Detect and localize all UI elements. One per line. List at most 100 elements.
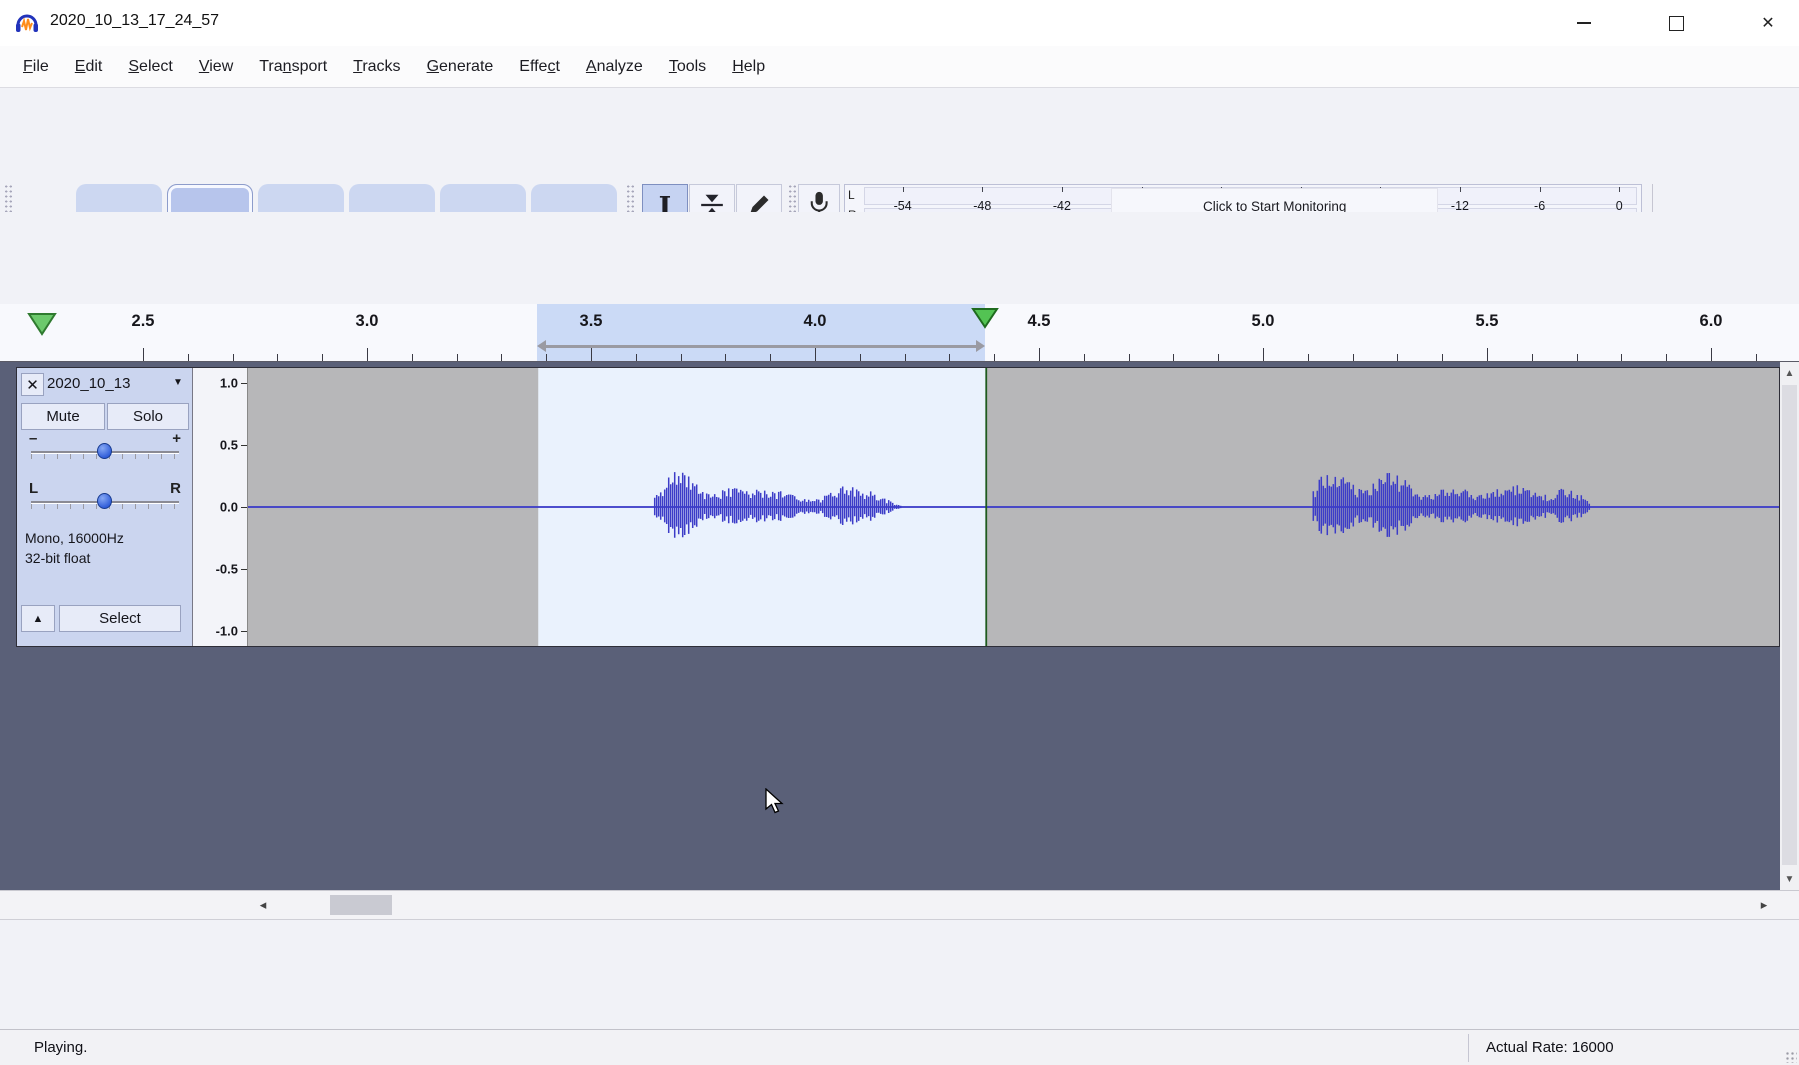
track-select-button[interactable]: Select — [59, 605, 181, 632]
menu-edit[interactable]: Edit — [62, 47, 116, 87]
menu-view[interactable]: View — [186, 47, 246, 87]
ruler-tick — [546, 354, 547, 361]
ruler-time-label: 2.5 — [132, 312, 155, 331]
track-menu-arrow-icon[interactable]: ▼ — [173, 377, 183, 388]
solo-label: Solo — [133, 408, 163, 425]
track-gain-slider[interactable]: – + — [31, 434, 179, 464]
ruler-tick — [233, 354, 234, 361]
status-separator — [1468, 1034, 1469, 1062]
vertical-scroll-thumb[interactable] — [1782, 385, 1797, 865]
ruler-tick — [1308, 354, 1309, 361]
ruler-tick — [1666, 354, 1667, 361]
pinned-play-head-icon[interactable] — [26, 312, 58, 336]
ruler-tick — [770, 354, 771, 361]
window-title: 2020_10_13_17_24_57 — [50, 12, 219, 30]
close-button[interactable]: ✕ — [1737, 0, 1799, 46]
amplitude-scale-tick — [241, 383, 247, 384]
menubar: FileEditSelectViewTransportTracksGenerat… — [0, 46, 1799, 88]
menu-file[interactable]: File — [10, 47, 62, 87]
track-canvas[interactable]: ✕ 2020_10_13 ▼ Mute Solo Mono, 16000Hz 3… — [0, 362, 1799, 890]
slider-max-label: R — [170, 480, 181, 497]
meter-scale-number: -12 — [1451, 199, 1469, 213]
minimize-icon — [1577, 22, 1591, 24]
menu-effect[interactable]: Effect — [506, 47, 573, 87]
amplitude-scale-tick — [241, 569, 247, 570]
timeline-ruler[interactable]: 2.53.03.54.04.55.05.56.0 — [0, 304, 1799, 362]
ruler-tick — [815, 348, 816, 361]
ruler-tick — [636, 354, 637, 361]
horizontal-scrollbar[interactable]: ◂ ▸ — [0, 890, 1799, 919]
menu-select[interactable]: Select — [115, 47, 185, 87]
ruler-time-label: 4.0 — [804, 312, 827, 331]
ruler-tick — [949, 354, 950, 361]
mute-button[interactable]: Mute — [21, 403, 105, 430]
close-icon: ✕ — [1761, 13, 1774, 33]
toolbar-dock-middle: ✂ – + – + – + — [0, 212, 1799, 259]
maximize-icon — [1669, 16, 1684, 31]
slider-thumb[interactable] — [97, 443, 112, 459]
meter-scale-number: 0 — [1616, 199, 1623, 213]
menu-tracks[interactable]: Tracks — [340, 47, 413, 87]
ruler-tick — [188, 354, 189, 361]
slider-thumb[interactable] — [97, 493, 112, 509]
menu-help[interactable]: Help — [719, 47, 778, 87]
ruler-tick — [1442, 354, 1443, 361]
ruler-tick — [1353, 354, 1354, 361]
ruler-tick — [1532, 354, 1533, 361]
ruler-time-label: 3.0 — [356, 312, 379, 331]
track-format-line2: 32-bit float — [25, 550, 90, 566]
ruler-tick — [1756, 354, 1757, 361]
meter-tick — [1062, 187, 1063, 192]
solo-button[interactable]: Solo — [107, 403, 189, 430]
audio-track: ✕ 2020_10_13 ▼ Mute Solo Mono, 16000Hz 3… — [16, 367, 1780, 647]
track-collapse-button[interactable]: ▲ — [21, 605, 55, 632]
resize-grip[interactable] — [1785, 1051, 1797, 1063]
ruler-tick — [1218, 354, 1219, 361]
scroll-right-button[interactable]: ▸ — [1748, 891, 1780, 919]
slider-max-label: + — [172, 430, 181, 447]
close-icon: ✕ — [26, 376, 39, 394]
slider-min-label: – — [29, 430, 37, 447]
ruler-time-label: 5.0 — [1252, 312, 1275, 331]
amplitude-scale-label: 0.5 — [220, 438, 238, 453]
menu-analyze[interactable]: Analyze — [573, 47, 656, 87]
ruler-tick — [725, 354, 726, 361]
selection-right-arrow-icon[interactable] — [976, 340, 985, 352]
meter-tick — [1460, 187, 1461, 192]
menu-tools[interactable]: Tools — [656, 47, 719, 87]
meter-scale-number: -54 — [894, 199, 912, 213]
meter-tick — [903, 187, 904, 192]
audacity-window: 2020_10_13_17_24_57 ✕ FileEditSelectView… — [0, 0, 1799, 1065]
ruler-tick — [1621, 354, 1622, 361]
scroll-up-button[interactable]: ▲ — [1780, 362, 1799, 384]
menu-generate[interactable]: Generate — [414, 47, 507, 87]
track-close-button[interactable]: ✕ — [21, 373, 44, 396]
horizontal-scroll-thumb[interactable] — [330, 895, 392, 915]
menu-transport[interactable]: Transport — [246, 47, 340, 87]
vertical-scrollbar[interactable]: ▲ ▼ — [1780, 362, 1799, 890]
track-pan-slider[interactable]: L R — [31, 484, 179, 514]
ruler-tick — [591, 348, 592, 361]
amplitude-scale-tick — [241, 507, 247, 508]
minimize-button[interactable] — [1553, 0, 1615, 46]
ruler-tick — [457, 354, 458, 361]
ruler-tick — [994, 354, 995, 361]
track-title[interactable]: 2020_10_13 — [47, 375, 173, 392]
ruler-tick — [905, 354, 906, 361]
selection-left-arrow-icon[interactable] — [537, 340, 546, 352]
meter-scale-number: -48 — [973, 199, 991, 213]
selection-range-bar[interactable] — [545, 345, 977, 348]
ruler-tick — [1084, 354, 1085, 361]
ruler-tick — [1129, 354, 1130, 361]
ruler-tick — [277, 354, 278, 361]
playhead-marker-icon[interactable] — [971, 307, 999, 329]
waveform-view[interactable] — [248, 368, 1779, 646]
scroll-down-button[interactable]: ▼ — [1780, 868, 1799, 890]
ruler-tick — [860, 354, 861, 361]
audacity-logo-icon — [14, 10, 40, 36]
scroll-left-button[interactable]: ◂ — [247, 891, 279, 919]
ruler-tick — [367, 348, 368, 361]
maximize-button[interactable] — [1645, 0, 1707, 46]
vertical-scale-ruler[interactable]: 1.00.50.0-0.5-1.0 — [193, 368, 248, 646]
actual-rate: Actual Rate: 16000 — [1486, 1039, 1614, 1056]
